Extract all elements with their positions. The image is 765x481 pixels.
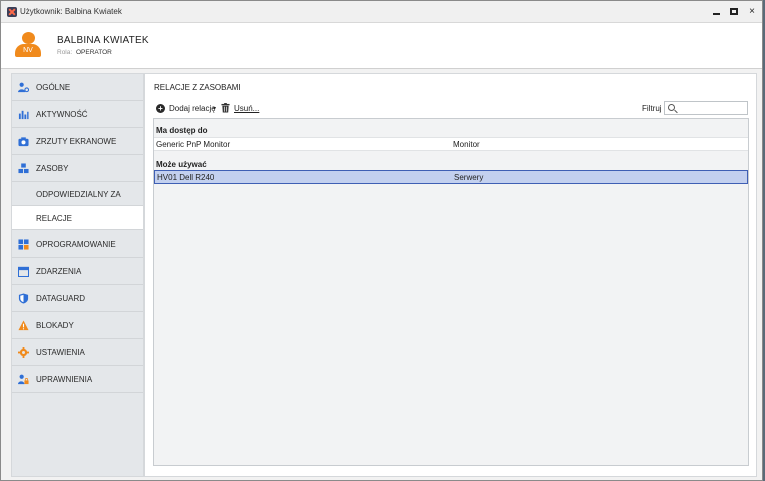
- sidebar-item-label: ZASOBY: [36, 164, 69, 173]
- minimize-icon: [712, 13, 720, 15]
- sidebar-item-ustawienia[interactable]: USTAWIENIA: [12, 339, 143, 366]
- title-bar[interactable]: Użytkownik: Balbina Kwiatek ×: [1, 1, 762, 23]
- sidebar-item-aktywnosc[interactable]: AKTYWNOŚĆ: [12, 101, 143, 128]
- avatar: NV: [14, 32, 42, 60]
- user-name: BALBINA KWIATEK: [57, 35, 149, 46]
- maximize-icon: [730, 8, 738, 15]
- group-header: Ma dostęp do: [154, 122, 748, 138]
- toolbar: + Dodaj relację ▾ Usuń... Filtruj: [154, 101, 749, 118]
- table-row[interactable]: Generic PnP Monitor Monitor: [154, 137, 748, 151]
- sidebar-subitem-odpowiedzialny-za[interactable]: ODPOWIEDZIALNY ZA: [12, 182, 143, 206]
- sidebar-item-dataguard[interactable]: DATAGUARD: [12, 285, 143, 312]
- user-settings-icon: [18, 82, 29, 93]
- sidebar-item-label: OPROGRAMOWANIE: [36, 240, 116, 249]
- group-label: Ma dostęp do: [156, 126, 208, 135]
- resource-name: Generic PnP Monitor: [156, 140, 231, 149]
- sidebar-item-label: USTAWIENIA: [36, 348, 85, 357]
- relations-table: Ma dostęp do Generic PnP Monitor Monitor…: [153, 118, 749, 466]
- role-label: Rola:: [57, 49, 73, 56]
- resource-name: HV01 Dell R240: [157, 173, 215, 182]
- filter-label: Filtruj: [642, 104, 662, 113]
- group-label: Może używać: [156, 160, 207, 169]
- resource-type: Monitor: [453, 140, 480, 149]
- filter-input[interactable]: [679, 103, 745, 113]
- avatar-head: [22, 32, 35, 44]
- warning-icon: [18, 320, 29, 331]
- caret-down-icon: ▾: [213, 106, 217, 112]
- sidebar-subitem-relacje[interactable]: RELACJE: [12, 206, 143, 230]
- user-window: Użytkownik: Balbina Kwiatek × NV BALBINA…: [0, 0, 763, 481]
- resource-type: Serwery: [454, 173, 484, 182]
- sidebar-item-oprogramowanie[interactable]: OPROGRAMOWANIE: [12, 231, 143, 258]
- avatar-initials: NV: [23, 47, 33, 54]
- camera-icon: [18, 137, 29, 147]
- resources-icon: [18, 163, 29, 174]
- sidebar: OGÓLNE AKTYWNOŚĆ ZRZUTY EKRANOWE ZASOBY …: [11, 73, 144, 477]
- sidebar-subitem-label: RELACJE: [36, 214, 73, 223]
- app-logo-icon: [7, 7, 17, 17]
- minimize-button[interactable]: [707, 4, 725, 20]
- sidebar-item-label: UPRAWNIENIA: [36, 375, 93, 384]
- window-title: Użytkownik: Balbina Kwiatek: [20, 7, 122, 16]
- page-title: RELACJE Z ZASOBAMI: [154, 83, 241, 92]
- calendar-icon: [18, 266, 29, 277]
- close-button[interactable]: ×: [743, 4, 761, 20]
- sidebar-item-blokady[interactable]: BLOKADY: [12, 312, 143, 339]
- sidebar-item-label: OGÓLNE: [36, 83, 71, 92]
- search-icon: [668, 104, 675, 111]
- trash-icon: [221, 103, 230, 113]
- maximize-button[interactable]: [725, 4, 743, 20]
- sidebar-item-zasoby[interactable]: ZASOBY: [12, 155, 143, 182]
- user-header: NV BALBINA KWIATEK Rola: OPERATOR: [1, 23, 762, 69]
- software-icon: [18, 239, 29, 250]
- role-value: OPERATOR: [76, 49, 112, 56]
- table-row[interactable]: HV01 Dell R240 Serwery: [154, 170, 748, 184]
- delete-label: Usuń...: [234, 104, 260, 113]
- plus-circle-icon: +: [156, 104, 165, 113]
- gear-icon: [18, 347, 29, 358]
- shield-icon: [18, 293, 29, 304]
- user-lock-icon: [18, 374, 29, 385]
- sidebar-item-label: BLOKADY: [36, 321, 74, 330]
- sidebar-item-label: DATAGUARD: [36, 294, 86, 303]
- sidebar-item-uprawnienia[interactable]: UPRAWNIENIA: [12, 366, 143, 393]
- add-relation-label: Dodaj relację: [169, 104, 216, 113]
- filter-field[interactable]: [664, 101, 748, 115]
- bar-chart-icon: [18, 110, 29, 120]
- sidebar-subitem-label: ODPOWIEDZIALNY ZA: [36, 190, 121, 199]
- sidebar-item-label: ZRZUTY EKRANOWE: [36, 137, 117, 146]
- main-panel: RELACJE Z ZASOBAMI + Dodaj relację ▾ Usu…: [144, 73, 757, 477]
- sidebar-item-zrzuty-ekranowe[interactable]: ZRZUTY EKRANOWE: [12, 128, 143, 155]
- sidebar-item-label: ZDARZENIA: [36, 267, 82, 276]
- sidebar-item-zdarzenia[interactable]: ZDARZENIA: [12, 258, 143, 285]
- sidebar-item-label: AKTYWNOŚĆ: [36, 110, 88, 119]
- sidebar-item-ogolne[interactable]: OGÓLNE: [12, 74, 143, 101]
